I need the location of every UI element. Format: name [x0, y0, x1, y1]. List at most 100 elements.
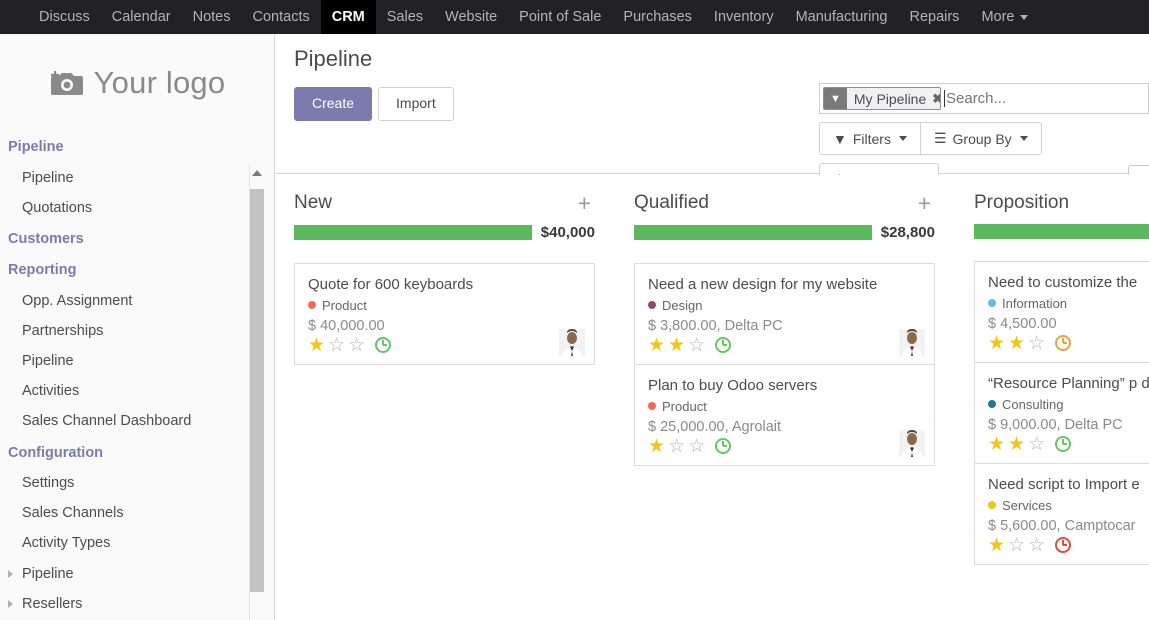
nav-item-website[interactable]: Website	[434, 0, 508, 34]
avatar[interactable]	[899, 329, 925, 356]
nav-item-repairs[interactable]: Repairs	[898, 0, 970, 34]
nav-item-sales[interactable]: Sales	[376, 0, 434, 34]
kanban-card-tag: Product	[648, 399, 921, 414]
sidebar-section-configuration[interactable]: Configuration	[0, 437, 258, 469]
kanban-card-title: Plan to buy Odoo servers	[648, 376, 921, 396]
scroll-up-arrow-icon[interactable]	[252, 170, 262, 176]
kanban-card[interactable]: “Resource Planning” p developmentConsult…	[974, 363, 1149, 464]
sidebar-item-activities[interactable]: Activities	[0, 376, 258, 406]
kanban-column-title[interactable]: Qualified	[634, 192, 709, 214]
kanban-card-title: Need a new design for my website	[648, 275, 921, 295]
sidebar-item-label: Sales Channels	[22, 505, 124, 521]
nav-item-inventory[interactable]: Inventory	[703, 0, 785, 34]
activity-clock-icon[interactable]	[1055, 537, 1071, 553]
import-button[interactable]: Import	[378, 87, 454, 121]
sidebar-section-customers[interactable]: Customers	[0, 223, 258, 255]
star-filled-icon[interactable]: ★	[308, 336, 325, 355]
sidebar-item-pipeline[interactable]: Pipeline	[0, 559, 258, 589]
star-filled-icon[interactable]: ★	[648, 336, 665, 355]
sidebar-item-label: Pipeline	[22, 170, 74, 186]
star-filled-icon[interactable]: ★	[668, 336, 685, 355]
sidebar-scrollbar-thumb[interactable]	[250, 189, 264, 592]
nav-item-crm[interactable]: CRM	[321, 0, 376, 34]
sidebar-item-quotations[interactable]: Quotations	[0, 193, 258, 223]
logo-area[interactable]: Your logo	[0, 34, 274, 131]
close-icon[interactable]: ✖	[931, 91, 941, 107]
sidebar-section-reporting[interactable]: Reporting	[0, 254, 258, 286]
sidebar: Your logo Pipeline Pipeline QuotationsCust…	[0, 34, 275, 620]
sidebar-item-sales-channel-dashboard[interactable]: Sales Channel Dashboard	[0, 406, 258, 436]
star-filled-icon[interactable]: ★	[1008, 435, 1025, 454]
star-filled-icon[interactable]: ★	[648, 437, 665, 456]
activity-clock-icon[interactable]	[715, 438, 731, 454]
sidebar-item-pipeline[interactable]: Pipeline	[0, 346, 258, 376]
kanban-card-footer: ★★☆	[988, 334, 1149, 353]
kanban-card[interactable]: Plan to buy Odoo serversProduct$ 25,000.…	[634, 365, 935, 466]
star-empty-icon[interactable]: ☆	[688, 437, 705, 456]
kanban-column-header: Qualified +	[634, 192, 935, 214]
star-filled-icon[interactable]: ★	[1008, 334, 1025, 353]
kanban-card-title: Need script to Import e	[988, 475, 1149, 495]
activity-clock-icon[interactable]	[715, 337, 731, 353]
nav-item-calendar[interactable]: Calendar	[101, 0, 182, 34]
star-filled-icon[interactable]: ★	[988, 334, 1005, 353]
star-empty-icon[interactable]: ☆	[688, 336, 705, 355]
nav-item-discuss[interactable]: Discuss	[28, 0, 101, 34]
kanban-card-tag-label: Information	[1002, 296, 1067, 311]
nav-item-purchases[interactable]: Purchases	[612, 0, 703, 34]
kanban-card-tag: Information	[988, 296, 1149, 311]
avatar[interactable]	[559, 329, 585, 356]
nav-item-notes[interactable]: Notes	[182, 0, 242, 34]
add-record-icon[interactable]: +	[578, 196, 595, 211]
kanban-progress-bar[interactable]	[974, 224, 1149, 239]
kanban-card[interactable]: Need to customize theInformation$ 4,500.…	[974, 261, 1149, 363]
activity-clock-icon[interactable]	[1055, 436, 1071, 452]
kanban-board: New+$40,000Quote for 600 keyboardsProduc…	[275, 175, 1149, 620]
nav-item-manufacturing[interactable]: Manufacturing	[785, 0, 899, 34]
sidebar-item-opp-assignment[interactable]: Opp. Assignment	[0, 286, 258, 316]
star-empty-icon[interactable]: ☆	[348, 336, 365, 355]
top-navbar: DiscussCalendarNotesContactsCRMSalesWebs…	[0, 0, 1149, 34]
star-empty-icon[interactable]: ☆	[1028, 334, 1045, 353]
search-input[interactable]	[946, 90, 1145, 107]
add-record-icon[interactable]: +	[918, 196, 935, 211]
kanban-card-stack: Need a new design for my websiteDesign$ …	[634, 263, 935, 466]
tag-dot-icon	[648, 301, 656, 309]
kanban-card[interactable]: Quote for 600 keyboardsProduct$ 40,000.0…	[294, 263, 595, 365]
star-empty-icon[interactable]: ☆	[668, 437, 685, 456]
filters-dropdown[interactable]: ▼ Filters	[819, 122, 921, 155]
kanban-card[interactable]: Need a new design for my websiteDesign$ …	[634, 263, 935, 365]
search-facet-my-pipeline[interactable]: ▼ My Pipeline ✖	[823, 87, 941, 110]
activity-clock-icon[interactable]	[375, 337, 391, 353]
star-empty-icon[interactable]: ☆	[1028, 435, 1045, 454]
search-bar[interactable]: ▼ My Pipeline ✖	[819, 83, 1149, 114]
nav-item-more[interactable]: More	[970, 0, 1039, 34]
sidebar-item-resellers[interactable]: Resellers	[0, 589, 258, 619]
create-button[interactable]: Create	[294, 87, 372, 121]
kanban-card-title: “Resource Planning” p development	[988, 374, 1149, 394]
star-empty-icon[interactable]: ☆	[1028, 536, 1045, 555]
groupby-dropdown[interactable]: ☰ Group By	[920, 122, 1042, 155]
nav-item-point-of-sale[interactable]: Point of Sale	[508, 0, 612, 34]
sidebar-item-activity-types[interactable]: Activity Types	[0, 528, 258, 558]
kanban-card-tag-label: Services	[1002, 498, 1052, 513]
nav-item-contacts[interactable]: Contacts	[242, 0, 321, 34]
kanban-column-title[interactable]: Proposition	[974, 192, 1069, 214]
star-empty-icon[interactable]: ☆	[1008, 536, 1025, 555]
kanban-card[interactable]: Need script to Import eServices$ 5,600.0…	[974, 464, 1149, 565]
kanban-column-title[interactable]: New	[294, 192, 332, 214]
sidebar-item-label: Partnerships	[22, 323, 103, 339]
avatar[interactable]	[899, 430, 925, 457]
star-filled-icon[interactable]: ★	[988, 536, 1005, 555]
sidebar-item-sales-channels[interactable]: Sales Channels	[0, 498, 258, 528]
sidebar-item-partnerships[interactable]: Partnerships	[0, 316, 258, 346]
activity-clock-icon[interactable]	[1055, 335, 1071, 351]
kanban-column-proposition: Proposition Need to customize theInformat…	[974, 192, 1149, 620]
kanban-progress-bar[interactable]	[294, 225, 532, 240]
star-empty-icon[interactable]: ☆	[328, 336, 345, 355]
sidebar-item-settings[interactable]: Settings	[0, 468, 258, 498]
kanban-progress-bar[interactable]	[634, 225, 872, 240]
sidebar-item-pipeline[interactable]: Pipeline	[0, 163, 258, 193]
sidebar-section-pipeline[interactable]: Pipeline	[0, 131, 258, 163]
star-filled-icon[interactable]: ★	[988, 435, 1005, 454]
